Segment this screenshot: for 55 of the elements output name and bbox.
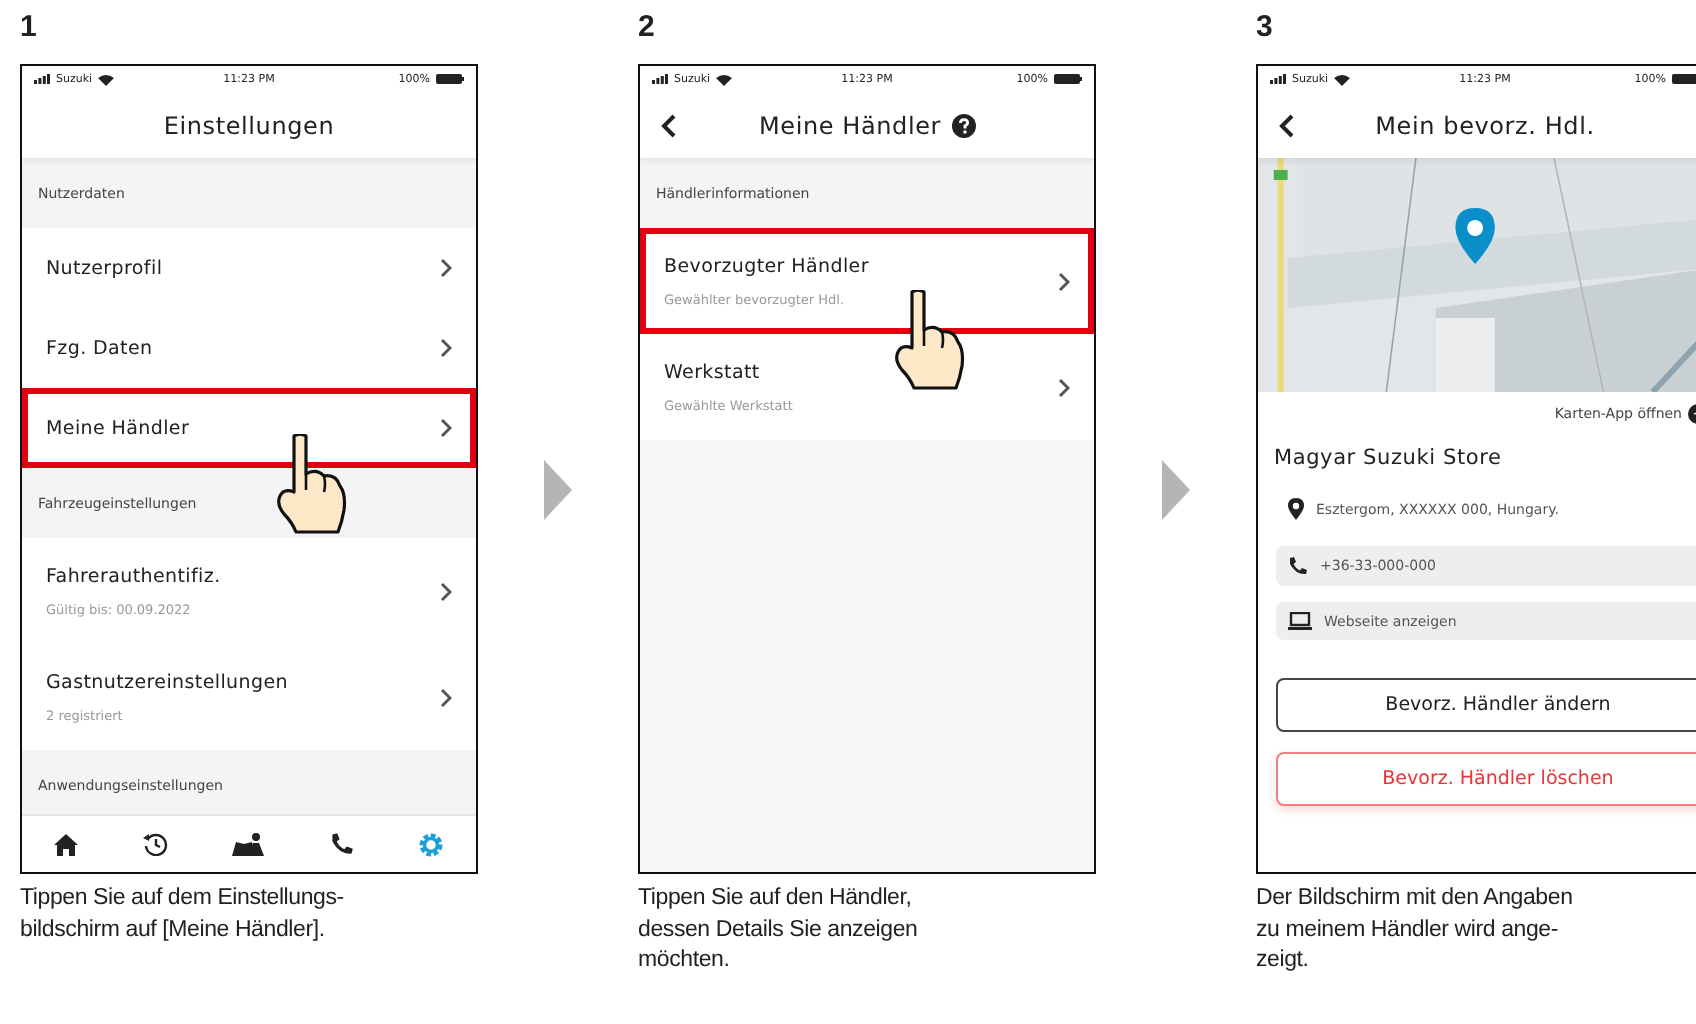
tab-bar-item[interactable] bbox=[138, 828, 173, 860]
step-caption: Tippen Sie auf dem Einstellungs- bildschirm auf [Meine Händler]. bbox=[20, 884, 344, 945]
step-number: 2 bbox=[638, 8, 655, 48]
delete-dealer-button[interactable]: Bevorz. Händler löschen bbox=[1276, 752, 1696, 806]
step-caption: Tippen Sie auf den Händler, dessen Details Sie anzeigen möchten. bbox=[638, 884, 918, 976]
screen-title: Mein bevorz. Hdl. bbox=[1375, 111, 1595, 139]
history-icon bbox=[142, 832, 169, 856]
back-icon[interactable] bbox=[660, 113, 676, 137]
chevron-right-icon bbox=[440, 418, 452, 438]
settings-item[interactable]: Fzg. Daten bbox=[22, 308, 476, 388]
signal-icon bbox=[652, 74, 668, 84]
home-icon bbox=[54, 833, 79, 855]
screen-title: Einstellungen bbox=[163, 111, 335, 139]
change-dealer-button[interactable]: Bevorz. Händler ändern bbox=[1276, 678, 1696, 732]
step-number: 1 bbox=[20, 8, 37, 48]
wifi-icon bbox=[98, 73, 115, 85]
item-label: Meine Händler bbox=[46, 417, 190, 439]
item-label: Fahrerauthentifiz. bbox=[46, 565, 221, 587]
settings-item[interactable]: Meine Händler bbox=[22, 388, 476, 468]
next-step-arrow-icon bbox=[1162, 460, 1190, 520]
chevron-right-icon bbox=[1058, 271, 1070, 291]
phone-icon bbox=[1288, 556, 1308, 576]
settings-item[interactable]: Nutzerprofil bbox=[22, 228, 476, 308]
chevron-right-icon bbox=[440, 258, 452, 278]
chevron-right-icon bbox=[440, 687, 452, 707]
phone-icon bbox=[329, 832, 354, 856]
pointing-hand-icon bbox=[894, 289, 967, 390]
wifi-icon bbox=[716, 73, 733, 85]
item-label: Nutzerprofil bbox=[46, 257, 163, 279]
back-icon[interactable] bbox=[1278, 113, 1294, 137]
chevron-right-icon bbox=[440, 581, 452, 601]
item-label: Gastnutzereinstellungen bbox=[46, 671, 288, 693]
settings-icon bbox=[417, 831, 444, 857]
next-step-arrow-icon bbox=[544, 460, 572, 520]
location-pin-icon bbox=[1288, 498, 1304, 520]
item-label: Bevorzugter Händler bbox=[664, 255, 869, 277]
item-label: Fzg. Daten bbox=[46, 337, 153, 359]
battery-icon bbox=[1053, 74, 1082, 84]
signal-icon bbox=[34, 74, 50, 84]
signal-icon bbox=[1270, 74, 1286, 84]
wifi-icon bbox=[1334, 73, 1351, 85]
pointing-hand-icon bbox=[276, 434, 349, 535]
step-caption: Der Bildschirm mit den Angaben zu meinem Händler wird ange- zeigt. bbox=[1256, 884, 1573, 976]
step-number: 3 bbox=[1256, 8, 1273, 48]
chevron-right-icon bbox=[440, 338, 452, 358]
chevron-right-icon bbox=[1058, 377, 1070, 397]
battery-icon bbox=[1671, 74, 1696, 84]
help-icon[interactable] bbox=[951, 113, 976, 137]
battery-icon bbox=[435, 74, 464, 84]
tab-bar-item[interactable] bbox=[228, 828, 269, 860]
screen-title: Meine Händler bbox=[758, 111, 942, 139]
laptop-icon bbox=[1288, 612, 1312, 630]
tab-bar-item[interactable] bbox=[50, 829, 83, 859]
item-label: Werkstatt bbox=[664, 361, 762, 383]
map-person-icon bbox=[232, 832, 265, 856]
